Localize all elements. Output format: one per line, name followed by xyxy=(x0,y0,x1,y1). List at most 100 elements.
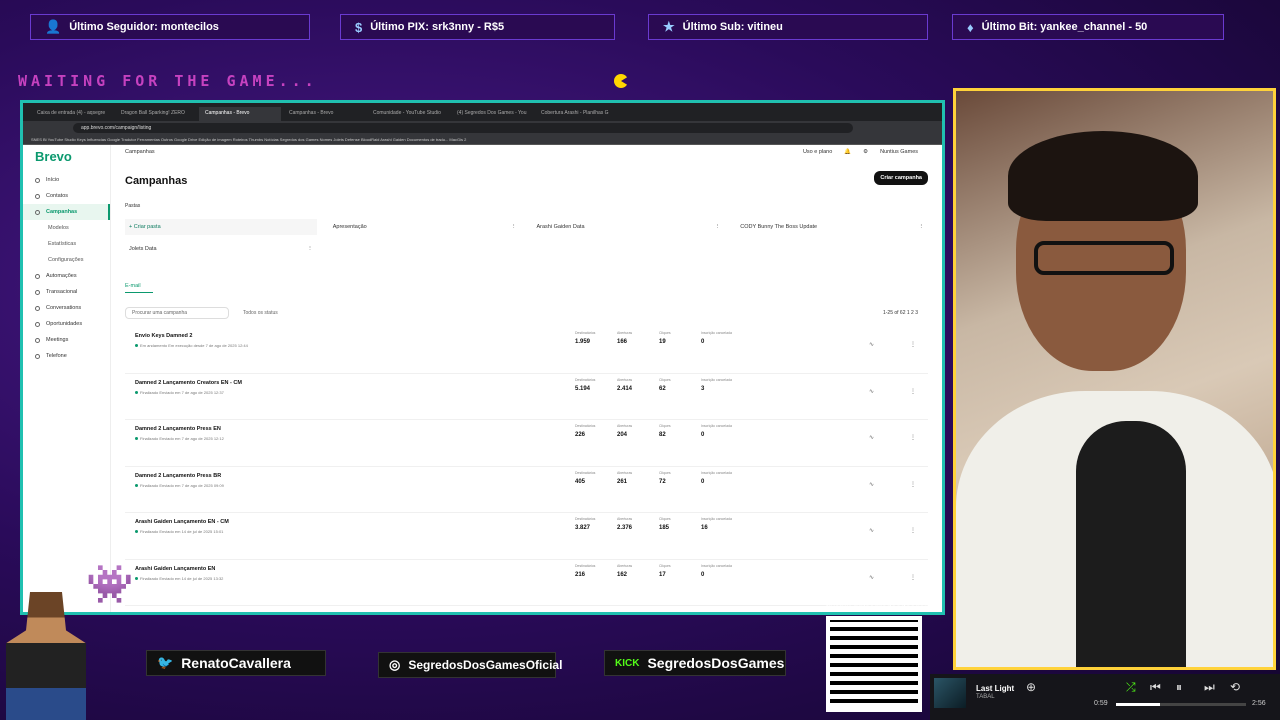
pagination[interactable]: 1-25 of 62 1 2 3 xyxy=(883,310,918,316)
track-artist: TABAL xyxy=(976,694,995,700)
nav-icon xyxy=(35,337,40,343)
sidebar-item[interactable]: Contatos xyxy=(23,188,110,204)
progress-bar[interactable] xyxy=(1116,703,1246,706)
more-icon[interactable]: ⋮ xyxy=(910,574,916,581)
stat-cell: Destinatários 5.194 xyxy=(575,377,596,392)
campaign-name[interactable]: Damned 2 Lançamento Creators EN - CM xyxy=(135,380,242,386)
sidebar-item[interactable]: Conversations xyxy=(23,300,110,316)
brevo-app: Brevo Início Contatos Campanhas Modelos Esta… xyxy=(23,145,942,612)
stat-cell: Cliques 17 xyxy=(659,563,671,578)
list-toolbar: Procurar uma campanha Todos os status 1-… xyxy=(125,307,928,319)
folder-item[interactable]: Apresentação ⋮ xyxy=(329,219,521,235)
campaign-status: Finalizado Enviado em 7 de ago de 2025 0… xyxy=(135,483,224,488)
twitter-icon: 🐦 xyxy=(157,655,174,670)
ticker-pix: $ Último PIX: srk3nny - R$5 xyxy=(340,14,615,40)
next-icon[interactable]: ⏭ xyxy=(1204,680,1215,695)
pause-icon[interactable]: ⏸ xyxy=(1176,680,1182,695)
bell-icon[interactable]: 🔔 xyxy=(844,149,851,161)
folders-toggle[interactable]: Pastas xyxy=(125,203,928,209)
sidebar-item[interactable]: Campanhas xyxy=(23,204,110,220)
settings-icon[interactable]: ⚙ xyxy=(863,149,868,161)
folder-item[interactable]: CODY Bunny The Boss Update ⋮ xyxy=(736,219,928,235)
browser-tab-active[interactable]: Campanhas - Brevo xyxy=(199,107,281,121)
ticker-bit: ♦ Último Bit: yankee_channel - 50 xyxy=(952,14,1224,40)
campaign-name[interactable]: Envio Keys Damned 2 xyxy=(135,333,192,339)
stat-cell: Inscrição cancelada 0 xyxy=(701,424,732,438)
campaign-status: Finalizado Enviado em 14 de jul de 2025 … xyxy=(135,529,223,534)
table-row[interactable]: Arashi Gaiden Lançamento EN - CM Finaliz… xyxy=(125,513,928,560)
stat-cell: Inscrição cancelada 0 xyxy=(701,470,732,485)
sidebar-item[interactable]: Modelos xyxy=(23,220,110,236)
stat-cell: Cliques 185 xyxy=(659,517,671,531)
nav-icon xyxy=(35,273,40,279)
create-campaign-button[interactable]: Criar campanha xyxy=(874,171,928,185)
kick-icon: KICK xyxy=(615,657,640,669)
more-icon[interactable]: ⋮ xyxy=(910,388,916,395)
campaign-name[interactable]: Damned 2 Lançamento Press BR xyxy=(135,473,221,479)
stats-icon[interactable]: ∿ xyxy=(869,481,874,488)
url-input[interactable]: app.brevo.com/campaign/listing xyxy=(73,123,853,133)
browser-tab[interactable]: Dragon Ball Sparking! ZERO xyxy=(115,107,197,121)
stats-icon[interactable]: ∿ xyxy=(869,434,874,441)
browser-tab[interactable]: Cobertura Arashi - Planilhas G xyxy=(535,107,617,121)
previous-icon[interactable]: ⏮ xyxy=(1150,680,1161,695)
browser-tab[interactable]: Comunidade - YouTube Studio xyxy=(367,107,449,121)
more-icon: ⋮ xyxy=(714,224,721,230)
sidebar-item[interactable]: Meetings xyxy=(23,332,110,348)
main-content: Campanhas Uso e plano 🔔 ⚙ Nuntius Games … xyxy=(111,145,942,612)
shuffle-icon[interactable]: ⤮ xyxy=(1126,680,1136,695)
waiting-text: WAITING FOR THE GAME... xyxy=(18,72,318,90)
campaign-name[interactable]: Arashi Gaiden Lançamento EN xyxy=(135,566,215,572)
instagram-icon: ◎ xyxy=(389,657,401,672)
repeat-icon[interactable]: ⟲ xyxy=(1230,680,1240,694)
search-input[interactable]: Procurar uma campanha xyxy=(125,307,229,319)
status-filter-select[interactable]: Todos os status xyxy=(243,310,278,316)
sidebar-item[interactable]: Transacional xyxy=(23,284,110,300)
table-row[interactable]: Damned 2 Lançamento Press BR Finalizado … xyxy=(125,467,928,513)
stats-icon[interactable]: ∿ xyxy=(869,527,874,534)
usage-plan-link[interactable]: Uso e plano xyxy=(803,149,832,161)
account-menu[interactable]: Nuntius Games xyxy=(880,149,918,161)
social-twitter: 🐦 RenatoCavallera xyxy=(146,650,326,676)
table-row[interactable]: Damned 2 Lançamento Press EN Finalizado … xyxy=(125,420,928,467)
diamond-icon: ♦ xyxy=(967,19,974,35)
sidebar-item[interactable]: Telefone xyxy=(23,348,110,364)
campaign-name[interactable]: Damned 2 Lançamento Press EN xyxy=(135,426,221,432)
campaign-name[interactable]: Arashi Gaiden Lançamento EN - CM xyxy=(135,519,229,525)
stats-icon[interactable]: ∿ xyxy=(869,388,874,395)
folder-item[interactable]: Arashi Gaiden Data ⋮ xyxy=(533,219,725,235)
tab-email[interactable]: E-mail xyxy=(125,283,153,293)
sidebar-item[interactable]: Estatísticas xyxy=(23,236,110,252)
more-icon[interactable]: ⋮ xyxy=(910,527,916,534)
more-icon[interactable]: ⋮ xyxy=(910,481,916,488)
sidebar-item[interactable]: Início xyxy=(23,172,110,188)
browser-tab[interactable]: (4) Segredos Dos Games - You xyxy=(451,107,533,121)
user-icon: 👤 xyxy=(45,19,62,34)
folders-grid: + Criar pasta Apresentação ⋮ Arashi Gaide… xyxy=(125,219,928,257)
browser-tab[interactable]: Caixa de entrada (4) - aqsegre xyxy=(31,107,113,121)
address-bar: app.brevo.com/campaign/listing xyxy=(23,121,942,135)
sidebar-item[interactable]: Automações xyxy=(23,268,110,284)
glasses xyxy=(1034,241,1174,275)
table-row[interactable]: Envio Keys Damned 2 Em andamento Em exec… xyxy=(125,327,928,374)
bookmarks-bar[interactable]: SNES Bi YouTube Studio Keys Influencias … xyxy=(23,135,942,145)
add-icon[interactable]: ⊕ xyxy=(1026,680,1036,694)
more-icon[interactable]: ⋮ xyxy=(910,434,916,441)
more-icon[interactable]: ⋮ xyxy=(910,341,916,348)
stat-cell: Aberturas 2.376 xyxy=(617,517,633,531)
table-row[interactable]: Damned 2 Lançamento Creators EN - CM Fin… xyxy=(125,374,928,420)
stat-cell: Destinatários 405 xyxy=(575,470,596,485)
brevo-logo[interactable]: Brevo xyxy=(23,149,110,172)
table-row[interactable]: Arashi Gaiden Lançamento EN Finalizado E… xyxy=(125,560,928,606)
browser-tab[interactable]: Campanhas - Brevo xyxy=(283,107,365,121)
stats-icon[interactable]: ∿ xyxy=(869,341,874,348)
nav-icon xyxy=(35,177,40,183)
create-folder-button[interactable]: + Criar pasta xyxy=(125,219,317,235)
stats-icon[interactable]: ∿ xyxy=(869,574,874,581)
album-art xyxy=(934,678,966,708)
folder-item[interactable]: Jolets Data ⋮ xyxy=(125,241,317,257)
sidebar-item[interactable]: Oportunidades xyxy=(23,316,110,332)
sidebar-item[interactable]: Configurações xyxy=(23,252,110,268)
stat-cell: Aberturas 162 xyxy=(617,563,633,578)
top-bar: Campanhas Uso e plano 🔔 ⚙ Nuntius Games xyxy=(125,149,928,161)
